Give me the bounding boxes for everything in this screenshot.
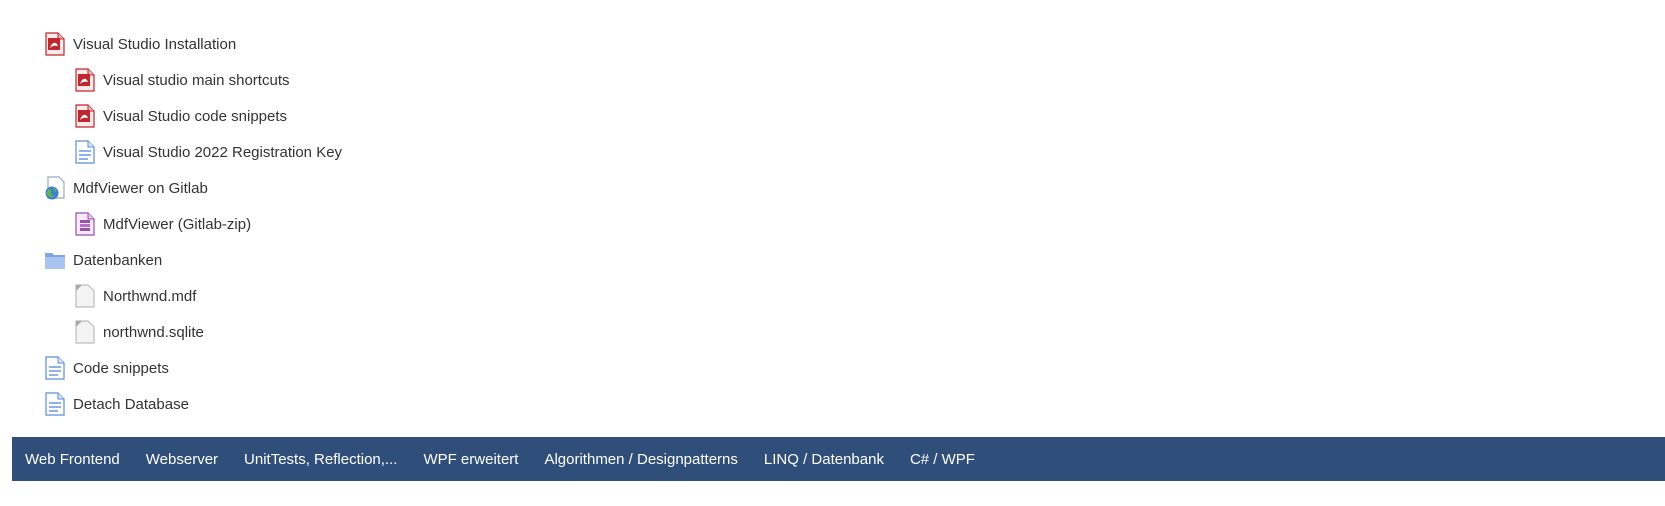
course-navbar: Web Frontend Webserver UnitTests, Reflec… <box>12 437 1665 481</box>
tree-item-label: Datenbanken <box>73 251 163 269</box>
tree-item-label: northwnd.sqlite <box>103 323 204 341</box>
tree-item-visual-studio-code-snippets[interactable]: Visual Studio code snippets <box>74 98 342 134</box>
tree-item-label: Visual Studio 2022 Registration Key <box>103 143 343 161</box>
tree-item-label: MdfViewer (Gitlab-zip) <box>103 215 252 233</box>
pdf-icon <box>45 32 65 56</box>
tree-item-label: Visual Studio Installation <box>73 35 237 53</box>
tree-item-label: MdfViewer on Gitlab <box>73 179 208 197</box>
file-icon <box>75 284 95 308</box>
nav-item-linq-datenbank[interactable]: LINQ / Datenbank <box>751 451 897 468</box>
page-icon <box>45 392 65 416</box>
tree-item-northwnd-sqlite[interactable]: northwnd.sqlite <box>74 314 342 350</box>
nav-item-wpf-erweitert[interactable]: WPF erweitert <box>410 451 531 468</box>
tree-item-visual-studio-main-shortcuts[interactable]: Visual studio main shortcuts <box>74 62 342 98</box>
tree-item-label: Northwnd.mdf <box>103 287 197 305</box>
tree-item-label: Visual Studio code snippets <box>103 107 288 125</box>
tree-item-detach-database[interactable]: Detach Database <box>44 386 342 422</box>
tree-item-registration-key[interactable]: Visual Studio 2022 Registration Key <box>74 134 342 170</box>
course-page: Visual Studio Installation Visual studio… <box>0 0 1665 506</box>
nav-item-web-frontend[interactable]: Web Frontend <box>12 451 133 468</box>
tree-item-code-snippets[interactable]: Code snippets <box>44 350 342 386</box>
tree-item-visual-studio-installation[interactable]: Visual Studio Installation <box>44 26 342 62</box>
nav-item-csharp-wpf[interactable]: C# / WPF <box>897 451 988 468</box>
file-icon <box>75 320 95 344</box>
page-icon <box>45 356 65 380</box>
page-icon <box>75 140 95 164</box>
tree-item-label: Code snippets <box>73 359 169 377</box>
tree-item-northwnd-mdf[interactable]: Northwnd.mdf <box>74 278 342 314</box>
resource-tree: Visual Studio Installation Visual studio… <box>44 26 342 422</box>
tree-item-label: Detach Database <box>73 395 189 413</box>
tree-item-datenbanken[interactable]: Datenbanken <box>44 242 342 278</box>
tree-item-mdfviewer-gitlab[interactable]: MdfViewer on Gitlab <box>44 170 342 206</box>
archive-icon <box>75 212 95 236</box>
pdf-icon <box>75 68 95 92</box>
tree-item-label: Visual studio main shortcuts <box>103 71 290 89</box>
nav-item-algorithmen-designpatterns[interactable]: Algorithmen / Designpatterns <box>531 451 750 468</box>
url-icon <box>45 176 65 200</box>
tree-item-mdfviewer-zip[interactable]: MdfViewer (Gitlab-zip) <box>74 206 342 242</box>
pdf-icon <box>75 104 95 128</box>
folder-icon <box>45 253 65 269</box>
nav-item-webserver[interactable]: Webserver <box>133 451 231 468</box>
nav-item-unittests-reflection[interactable]: UnitTests, Reflection,... <box>231 451 410 468</box>
